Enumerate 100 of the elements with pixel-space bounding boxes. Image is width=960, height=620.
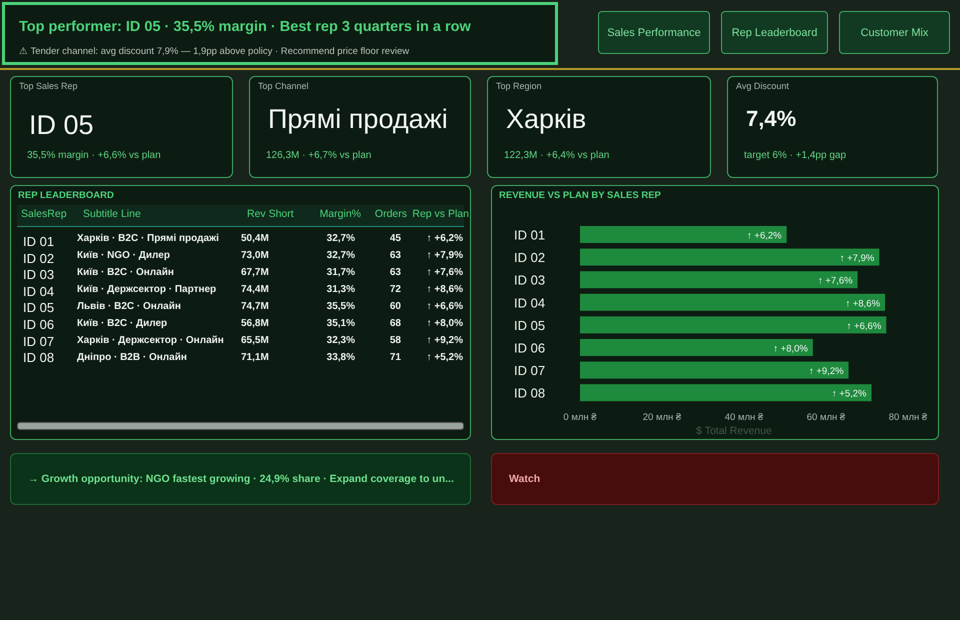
revenue-bar[interactable] — [580, 362, 849, 379]
table-cell-text: 63 — [388, 248, 401, 263]
table-cell-text: ↑ +8,6% — [426, 282, 463, 297]
kpi-value: 7,4% — [746, 105, 798, 133]
kpi-value: Харків — [506, 103, 588, 136]
table-cell-text: ID 01 — [23, 234, 56, 251]
data-label: ↑ +9,2% — [808, 366, 844, 378]
table-cell-text: ID 04 — [23, 284, 56, 300]
table-cell-text: 32,7% — [326, 232, 355, 246]
panel-title: REVENUE VS PLAN BY SALES REP — [499, 190, 662, 201]
table-cell-text: ID 06 — [23, 316, 56, 334]
axis-label: ID 01 — [514, 228, 546, 242]
nav-button[interactable]: Sales Performance — [598, 11, 710, 54]
axis-label: ID 08 — [514, 386, 546, 401]
table-cell-text: Харків · Держсектор · Онлайн — [77, 334, 225, 348]
data-label: ↑ +6,6% — [846, 320, 882, 332]
kpi-subtitle: 35,5% margin · +6,6% vs plan — [27, 150, 162, 161]
tick-label: 0 млн ₴ — [563, 412, 597, 423]
table-cell-text: 74,7M — [241, 300, 270, 314]
kpi-title: Top Region — [496, 81, 543, 91]
table-cell-text: ↑ +5,2% — [426, 350, 463, 365]
tick-label: 20 млн ₴ — [642, 412, 682, 423]
revenue-bar[interactable] — [580, 294, 886, 311]
nav-button[interactable]: Customer Mix — [839, 11, 950, 54]
table-cell-text: 71 — [388, 350, 401, 365]
kpi-subtitle: 126,3M · +6,7% vs plan — [266, 150, 372, 161]
revenue-bar[interactable] — [580, 384, 872, 402]
table-cell-text: ID 07 — [23, 334, 56, 350]
table-cell-text: 31,3% — [326, 282, 355, 297]
column-header[interactable]: Rev Short — [247, 208, 299, 220]
callout-text: Watch — [509, 473, 540, 485]
revenue-bar[interactable] — [580, 226, 787, 243]
revenue-bar[interactable] — [580, 271, 858, 288]
kpi-subtitle: target 6% · +1,4pp gap — [744, 150, 848, 161]
table-cell-text: Київ · B2C · Онлайн — [77, 266, 175, 280]
column-header[interactable]: Margin% — [301, 208, 361, 220]
table-cell-text: 32,7% — [326, 248, 355, 263]
axis-label: ID 05 — [514, 318, 546, 333]
data-label: ↑ +8,0% — [773, 344, 808, 354]
column-header[interactable]: Orders — [363, 208, 407, 220]
kpi-title: Avg Discount — [736, 81, 790, 91]
column-header[interactable]: Subtitle Line — [83, 208, 245, 220]
table-cell-text: 35,1% — [326, 316, 355, 331]
kpi-title: Top Sales Rep — [19, 81, 79, 91]
tick-label: 40 млн ₴ — [724, 412, 764, 423]
panel-title: REP LEADERBOARD — [18, 190, 115, 201]
column-header[interactable]: SalesRep — [21, 208, 81, 220]
kpi-title: Top Channel — [258, 81, 310, 91]
data-label: ↑ +6,2% — [747, 230, 782, 242]
tick-label: 60 млн ₴ — [806, 412, 846, 423]
table-cell-text: 68 — [388, 316, 401, 331]
table-cell-text: 67,7M — [241, 266, 270, 280]
table-cell-text: ↑ +7,6% — [426, 266, 463, 280]
callout-text: → Growth opportunity: NGO fastest growing · 24,9% share · Expand coverage to un... — [28, 473, 454, 485]
table-cell-text: ↑ +6,6% — [426, 300, 463, 314]
table-cell-text: 63 — [388, 266, 401, 280]
revenue-bar[interactable] — [580, 316, 886, 334]
table-cell-text: ↑ +6,2% — [426, 232, 463, 246]
axis-label: ID 06 — [514, 340, 546, 356]
table-cell-text: Київ · NGO · Дилер — [77, 248, 171, 263]
table-cell-text: 35,5% — [326, 300, 355, 314]
data-label: ↑ +7,6% — [818, 276, 853, 287]
table-cell-text: ID 03 — [23, 267, 56, 284]
axis-label: ID 04 — [514, 295, 546, 310]
table-cell-text: ID 08 — [23, 350, 56, 367]
axis-label: ID 03 — [514, 272, 546, 288]
kpi-value: ID 05 — [29, 109, 95, 142]
nav-button[interactable]: Rep Leaderboard — [721, 11, 828, 54]
table-cell-text: 74,4M — [241, 282, 270, 297]
table-cell-text: 45 — [388, 232, 401, 246]
table-cell-text: ID 05 — [23, 300, 56, 317]
scroll-bar[interactable] — [17, 422, 464, 430]
table-cell-text: Дніпро · B2B · Онлайн — [77, 350, 188, 365]
revenue-bar[interactable] — [580, 248, 880, 266]
column-header[interactable]: Rep vs Plan — [409, 208, 469, 220]
table-cell-text: ↑ +8,0% — [426, 316, 463, 331]
table-cell-text: Харків · B2C · Прямі продажі — [77, 232, 220, 246]
axis-title: $ Total Revenue — [696, 424, 772, 437]
data-label: ↑ +7,9% — [840, 253, 874, 264]
table-cell-text: 72 — [388, 282, 401, 297]
table-cell-text: Львів · B2C · Онлайн — [77, 300, 182, 314]
data-label: ↑ +8,6% — [845, 298, 880, 310]
alert-text: ⚠ Tender channel: avg discount 7,9% — 1,9pp above policy · Recommend price floor review — [19, 45, 410, 57]
table-cell-text: 60 — [388, 300, 401, 314]
revenue-bar[interactable] — [580, 339, 813, 356]
table-cell-text: 58 — [388, 334, 401, 348]
table-cell-text: Київ · Держсектор · Партнер — [77, 282, 218, 297]
kpi-value: Прямі продажі — [268, 103, 449, 136]
table-cell-text: 50,4M — [241, 232, 270, 246]
table-cell-text: 65,5M — [241, 334, 270, 348]
data-label: ↑ +5,2% — [832, 388, 866, 400]
table-cell-text: 71,1M — [241, 350, 270, 365]
table-cell-text: 32,3% — [326, 334, 355, 348]
table-cell-text: 73,0M — [241, 248, 270, 263]
table-cell-text: 56,8M — [241, 316, 270, 331]
table-cell-text: ↑ +9,2% — [426, 334, 463, 348]
table-cell-text: Київ · B2C · Дилер — [77, 316, 168, 331]
headline-text: Top performer: ID 05 · 35,5% margin · Best rep 3 quarters in a row — [19, 18, 472, 37]
table-cell-text: 33,8% — [326, 350, 355, 365]
table-cell-text: ↑ +7,9% — [426, 248, 463, 263]
